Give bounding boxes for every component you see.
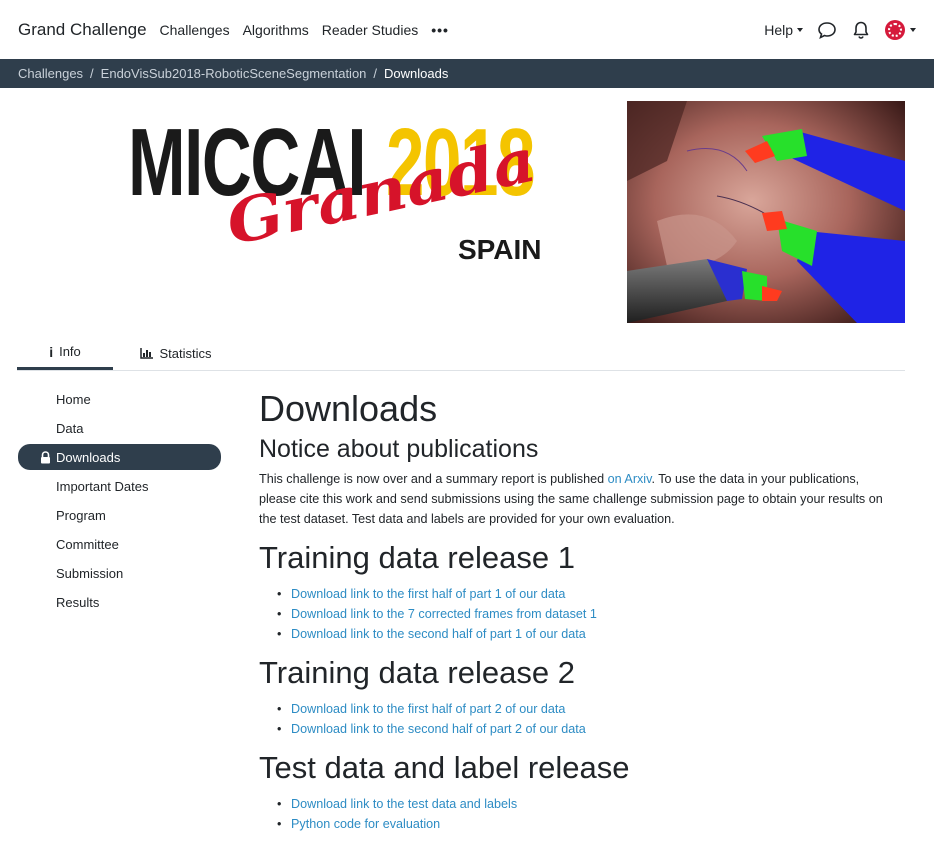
page-title: Downloads: [259, 388, 438, 429]
top-navbar: Grand Challenge Challenges Algorithms Re…: [0, 0, 934, 59]
notice-paragraph: This challenge is now over and a summary…: [259, 469, 899, 529]
sidebar-item-results[interactable]: Results: [18, 588, 221, 617]
sidebar-item-submission[interactable]: Submission: [18, 559, 221, 588]
download-link[interactable]: Download link to the 7 corrected frames …: [291, 607, 597, 621]
lock-icon: [41, 450, 50, 463]
main-content: Downloads Notice about publications This…: [259, 387, 899, 834]
list-item: Download link to the first half of part …: [277, 584, 899, 604]
help-dropdown[interactable]: Help: [764, 22, 803, 38]
info-icon: i: [49, 343, 54, 360]
sidebar-item-committee[interactable]: Committee: [18, 530, 221, 559]
list-item: Download link to the first half of part …: [277, 699, 899, 719]
list-item: Download link to the second half of part…: [277, 719, 899, 739]
notice-heading: Notice about publications: [259, 435, 539, 463]
download-link[interactable]: Download link to the first half of part …: [291, 587, 565, 601]
sidebar-item-label: Downloads: [56, 449, 121, 465]
chevron-down-icon: [797, 27, 803, 32]
breadcrumb-current: Downloads: [384, 66, 449, 81]
bell-icon[interactable]: [851, 20, 871, 40]
user-menu[interactable]: [885, 19, 916, 40]
breadcrumb-separator: /: [90, 66, 94, 81]
tab-info-label: Info: [59, 344, 81, 359]
download-link[interactable]: Download link to the second half of part…: [291, 722, 586, 736]
sidebar-item-data[interactable]: Data: [18, 414, 221, 443]
surgical-scene-image: [627, 101, 905, 323]
tab-statistics[interactable]: Statistics: [128, 336, 224, 370]
notice-text-pre: This challenge is now over and a summary…: [259, 472, 608, 486]
chat-icon[interactable]: [817, 20, 837, 40]
sidebar-item-downloads[interactable]: Downloads: [18, 444, 221, 470]
download-link[interactable]: Download link to the first half of part …: [291, 702, 565, 716]
nav-algorithms[interactable]: Algorithms: [243, 22, 309, 38]
logo-spain-text: SPAIN: [458, 234, 542, 265]
breadcrumb-separator: /: [373, 66, 378, 81]
sidebar-item-home[interactable]: Home: [18, 385, 221, 414]
section-heading: Training data release 2: [259, 655, 575, 690]
list-item: Python code for evaluation: [277, 814, 899, 834]
arxiv-link[interactable]: on Arxiv: [608, 472, 652, 486]
link-list: Download link to the first half of part …: [259, 584, 899, 644]
list-item: Download link to the test data and label…: [277, 794, 899, 814]
download-link[interactable]: Download link to the test data and label…: [291, 797, 517, 811]
help-label: Help: [764, 21, 793, 38]
nav-challenges[interactable]: Challenges: [160, 22, 230, 38]
breadcrumb-challenges[interactable]: Challenges: [18, 66, 83, 81]
sidebar-item-important-dates[interactable]: Important Dates: [18, 472, 221, 501]
link-list: Download link to the first half of part …: [259, 699, 899, 739]
miccai-2018-logo: MICCAI 2018 Granada SPAIN: [128, 115, 548, 268]
nav-reader-studies[interactable]: Reader Studies: [322, 22, 419, 38]
list-item: Download link to the 7 corrected frames …: [277, 604, 899, 624]
sidebar-item-program[interactable]: Program: [18, 501, 221, 530]
breadcrumb: Challenges / EndoVisSub2018-RoboticScene…: [0, 59, 934, 88]
bar-chart-icon: [140, 347, 154, 359]
section-heading: Training data release 1: [259, 540, 575, 575]
section-heading: Test data and label release: [259, 750, 630, 785]
link-list: Download link to the test data and label…: [259, 794, 899, 834]
tab-bar: i Info Statistics: [17, 336, 905, 371]
tab-info[interactable]: i Info: [17, 336, 113, 370]
tab-statistics-label: Statistics: [159, 345, 212, 361]
list-item: Download link to the second half of part…: [277, 624, 899, 644]
chevron-down-icon: [910, 27, 916, 32]
more-menu-button[interactable]: •••: [431, 22, 449, 38]
avatar: [885, 19, 905, 40]
download-link[interactable]: Download link to the second half of part…: [291, 627, 586, 641]
sidebar: Home Data Downloads Important Dates Prog…: [18, 385, 221, 617]
brand-link[interactable]: Grand Challenge: [18, 20, 147, 40]
evaluation-code-link[interactable]: Python code for evaluation: [291, 817, 440, 831]
breadcrumb-challenge[interactable]: EndoVisSub2018-RoboticSceneSegmentation: [101, 66, 367, 81]
